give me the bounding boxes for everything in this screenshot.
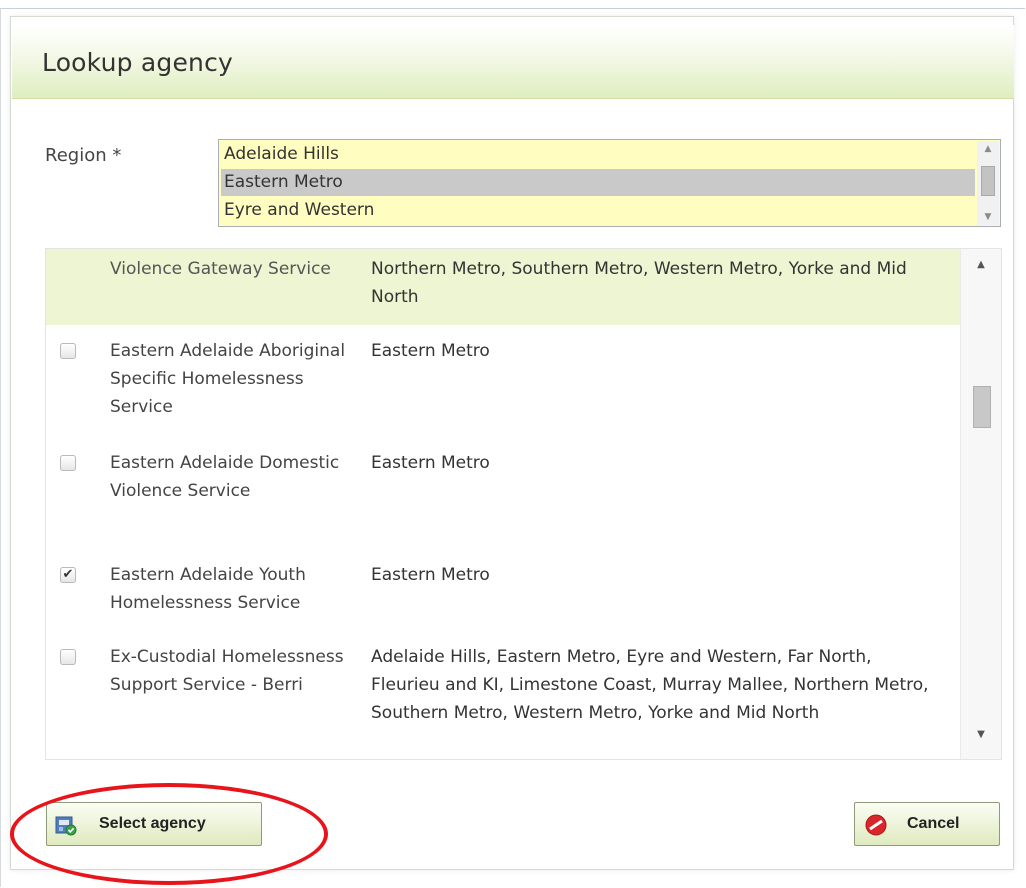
cancel-label: Cancel (907, 815, 960, 832)
scroll-down-icon[interactable]: ▼ (977, 209, 999, 225)
agency-regions: Eastern Metro (371, 341, 490, 361)
scroll-down-icon[interactable]: ▼ (961, 723, 1001, 747)
agency-name: Ex-Custodial Homelessness Support Servic… (110, 647, 344, 695)
region-option-eyre-and-western[interactable]: Eyre and Western (221, 197, 975, 224)
agency-checkbox[interactable] (60, 455, 76, 471)
cancel-button[interactable]: Cancel (854, 802, 1000, 846)
dialog-title: Lookup agency (42, 48, 234, 77)
agency-name: Eastern Adelaide Youth Homelessness Serv… (110, 565, 306, 613)
agency-name: Violence Gateway Service (110, 259, 331, 279)
agency-row[interactable]: Eastern Adelaide Domestic Violence Servi… (46, 449, 962, 549)
agency-regions: Eastern Metro (371, 565, 490, 585)
agency-regions: Adelaide Hills, Eastern Metro, Eyre and … (371, 647, 929, 723)
select-agency-label: Select agency (99, 815, 206, 832)
region-scrollbar[interactable]: ▲ ▼ (977, 141, 999, 225)
agency-list: Violence Gateway Service Northern Metro,… (45, 248, 1002, 760)
region-option-eastern-metro[interactable]: Eastern Metro (221, 169, 975, 196)
agency-row[interactable]: ✔ Eastern Adelaide Youth Homelessness Se… (46, 561, 962, 625)
region-option-adelaide-hills[interactable]: Adelaide Hills (221, 141, 975, 168)
agency-regions: Northern Metro, Southern Metro, Western … (371, 259, 907, 307)
agency-regions: Eastern Metro (371, 453, 490, 473)
scroll-up-icon[interactable]: ▲ (961, 253, 1001, 277)
agency-row[interactable]: Violence Gateway Service Northern Metro,… (46, 249, 962, 325)
agency-row[interactable]: Eastern Adelaide Aboriginal Specific Hom… (46, 337, 962, 437)
agency-name: Eastern Adelaide Domestic Violence Servi… (110, 453, 340, 501)
agency-row[interactable]: Ex-Custodial Homelessness Support Servic… (46, 643, 962, 759)
scroll-up-icon[interactable]: ▲ (977, 141, 999, 157)
region-listbox[interactable]: Adelaide Hills Eastern Metro Eyre and We… (218, 139, 1001, 227)
agency-checkbox-checked[interactable]: ✔ (60, 567, 76, 583)
region-label: Region * (45, 145, 122, 166)
agency-checkbox[interactable] (60, 649, 76, 665)
cancel-icon (865, 814, 887, 836)
select-agency-icon (55, 814, 77, 836)
agency-checkbox[interactable] (60, 343, 76, 359)
agency-list-scrollbar[interactable]: ▲ ▼ (960, 249, 1001, 759)
agency-name: Eastern Adelaide Aboriginal Specific Hom… (110, 341, 346, 417)
agency-list-scroll-thumb[interactable] (973, 386, 991, 428)
region-scroll-thumb[interactable] (981, 166, 995, 196)
select-agency-button[interactable]: Select agency (46, 802, 262, 846)
